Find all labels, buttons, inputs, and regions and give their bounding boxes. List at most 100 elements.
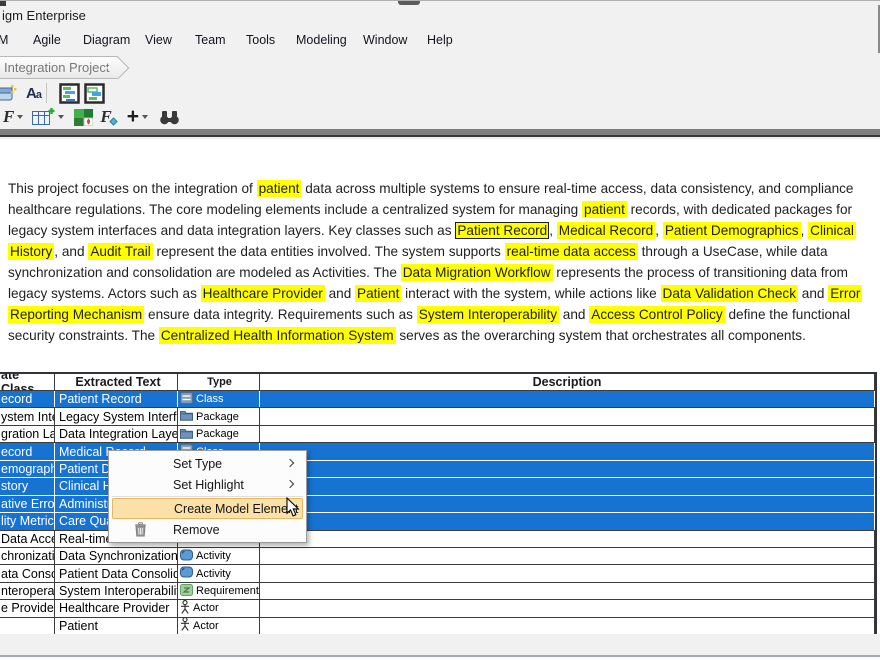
candidate-class-cell[interactable]: lity Metric xyxy=(0,513,55,529)
highlighted-term[interactable]: System Interoperability xyxy=(417,306,559,323)
description-cell[interactable] xyxy=(260,478,875,494)
package-icon xyxy=(180,409,193,424)
candidate-class-cell[interactable]: ative Error xyxy=(0,496,55,512)
find-icon[interactable] xyxy=(159,105,180,129)
formula-icon[interactable]: F xyxy=(3,105,23,129)
menu-agile[interactable]: Agile xyxy=(33,33,61,47)
extracted-text-cell[interactable]: Patient xyxy=(55,618,178,634)
highlighted-term[interactable]: Data Migration Workflow xyxy=(401,264,553,281)
highlighted-term-selected[interactable]: Patient Record xyxy=(455,222,549,239)
extracted-text-cell[interactable]: Data Integration Laye xyxy=(55,426,178,442)
menu-item-set-type[interactable]: Set Type xyxy=(109,453,306,474)
description-cell[interactable] xyxy=(260,443,875,459)
highlighted-term[interactable]: Error xyxy=(828,285,862,302)
highlighted-term[interactable]: Data Validation Check xyxy=(661,285,799,302)
description-cell[interactable] xyxy=(260,426,875,442)
candidate-class-cell[interactable]: ystem Inte xyxy=(0,408,55,424)
description-cell[interactable] xyxy=(260,600,875,616)
candidate-class-cell[interactable]: ecord xyxy=(0,391,55,407)
column-header-extracted-text[interactable]: Extracted Text xyxy=(55,374,178,390)
highlighted-term[interactable]: Audit Trail xyxy=(88,243,152,260)
highlighted-term[interactable]: real-time data access xyxy=(505,243,638,260)
table-row[interactable]: ata ConsoPatient Data ConsolidaActivity xyxy=(0,565,875,582)
table-row[interactable]: ecordPatient RecordClass xyxy=(0,391,875,408)
candidate-class-cell[interactable]: ecord xyxy=(0,443,55,459)
description-cell[interactable] xyxy=(260,461,875,477)
extracted-text-cell[interactable]: Healthcare Provider xyxy=(55,600,178,616)
extracted-text-cell[interactable]: Patient Data Consolida xyxy=(55,565,178,581)
highlighted-term[interactable]: patient xyxy=(582,201,627,218)
type-cell[interactable]: Activity xyxy=(178,565,260,581)
highlighted-term[interactable]: History xyxy=(8,243,54,260)
table-row[interactable]: nteroperabSystem InteroperabilitRequirem… xyxy=(0,583,875,600)
description-cell[interactable] xyxy=(260,531,875,547)
candidate-class-cell[interactable] xyxy=(0,618,55,634)
add-element-icon[interactable]: + xyxy=(127,105,148,129)
menu-window[interactable]: Window xyxy=(363,33,407,47)
extracted-text-cell[interactable]: Legacy System Interf xyxy=(55,408,178,424)
type-cell[interactable]: Class xyxy=(178,391,260,407)
highlighted-term[interactable]: Medical Record xyxy=(557,222,655,239)
type-cell[interactable]: Package xyxy=(178,426,260,442)
highlight-palette-icon[interactable] xyxy=(74,105,93,129)
highlighted-term[interactable]: Clinical xyxy=(808,222,856,239)
menu-tools[interactable]: Tools xyxy=(246,33,275,47)
menu-view[interactable]: View xyxy=(145,33,172,47)
highlighted-term[interactable]: Patient Demographics xyxy=(663,222,801,239)
highlighted-term[interactable]: patient xyxy=(257,180,302,197)
extracted-text-cell[interactable]: System Interoperabilit xyxy=(55,583,178,599)
menu-team[interactable]: Team xyxy=(195,33,226,47)
column-header-type[interactable]: Type xyxy=(178,374,260,390)
model-view-icon[interactable] xyxy=(84,81,105,105)
menu-item-remove[interactable]: Remove xyxy=(109,519,306,540)
description-cell[interactable] xyxy=(260,513,875,529)
highlighted-term[interactable]: Healthcare Provider xyxy=(201,285,325,302)
new-window-icon[interactable] xyxy=(0,81,17,105)
menu-m[interactable]: M xyxy=(0,33,8,47)
menu-item-create-model-element[interactable]: Create Model Element xyxy=(112,498,303,519)
candidate-class-cell[interactable]: gration La xyxy=(0,426,55,442)
type-cell[interactable]: Actor xyxy=(178,618,260,634)
spec-view-icon[interactable] xyxy=(59,81,80,105)
column-header-description[interactable]: Description xyxy=(260,374,875,390)
type-cell[interactable]: Actor xyxy=(178,600,260,616)
menu-modeling[interactable]: Modeling xyxy=(296,33,347,47)
candidate-class-cell[interactable]: story xyxy=(0,478,55,494)
description-cell[interactable] xyxy=(260,496,875,512)
extracted-text-cell[interactable]: Data Synchronization xyxy=(55,548,178,564)
table-row[interactable]: PatientActor xyxy=(0,618,875,635)
table-row[interactable]: chronizatioData SynchronizationActivity xyxy=(0,548,875,565)
grid-add-icon[interactable] xyxy=(32,105,64,129)
description-cell[interactable] xyxy=(260,618,875,634)
tab-integration-project[interactable]: Integration Project xyxy=(0,56,118,79)
candidate-class-cell[interactable]: emograph xyxy=(0,461,55,477)
description-cell[interactable] xyxy=(260,583,875,599)
highlighted-term[interactable]: Reporting Mechanism xyxy=(8,306,144,323)
tab-chevron xyxy=(107,57,130,80)
candidate-class-cell[interactable]: chronizatio xyxy=(0,548,55,564)
candidate-class-cell[interactable]: ata Conso xyxy=(0,565,55,581)
candidate-class-cell[interactable]: Data Acce xyxy=(0,531,55,547)
menu-help[interactable]: Help xyxy=(427,33,453,47)
description-cell[interactable] xyxy=(260,565,875,581)
type-cell[interactable]: Activity xyxy=(178,548,260,564)
description-cell[interactable] xyxy=(260,548,875,564)
format-icon[interactable]: F xyxy=(100,105,117,129)
table-row[interactable]: e ProviderHealthcare ProviderActor xyxy=(0,600,875,617)
table-row[interactable]: ystem InteLegacy System InterfPackage xyxy=(0,408,875,425)
column-header-ate-class[interactable]: ate Class xyxy=(0,374,55,390)
highlighted-term[interactable]: Access Control Policy xyxy=(589,306,724,323)
type-cell[interactable]: Requirement xyxy=(178,583,260,599)
menu-diagram[interactable]: Diagram xyxy=(83,33,130,47)
highlighted-term[interactable]: Patient xyxy=(355,285,401,302)
extracted-text-cell[interactable]: Patient Record xyxy=(55,391,178,407)
candidate-class-cell[interactable]: e Provider xyxy=(0,600,55,616)
font-style-icon[interactable]: Aa xyxy=(26,81,41,105)
table-row[interactable]: gration LaData Integration LayePackage xyxy=(0,426,875,443)
menu-item-set-highlight[interactable]: Set Highlight xyxy=(109,474,306,495)
highlighted-term[interactable]: Centralized Health Information System xyxy=(159,327,396,344)
candidate-class-cell[interactable]: nteroperab xyxy=(0,583,55,599)
description-cell[interactable] xyxy=(260,391,875,407)
type-cell[interactable]: Package xyxy=(178,408,260,424)
description-cell[interactable] xyxy=(260,408,875,424)
